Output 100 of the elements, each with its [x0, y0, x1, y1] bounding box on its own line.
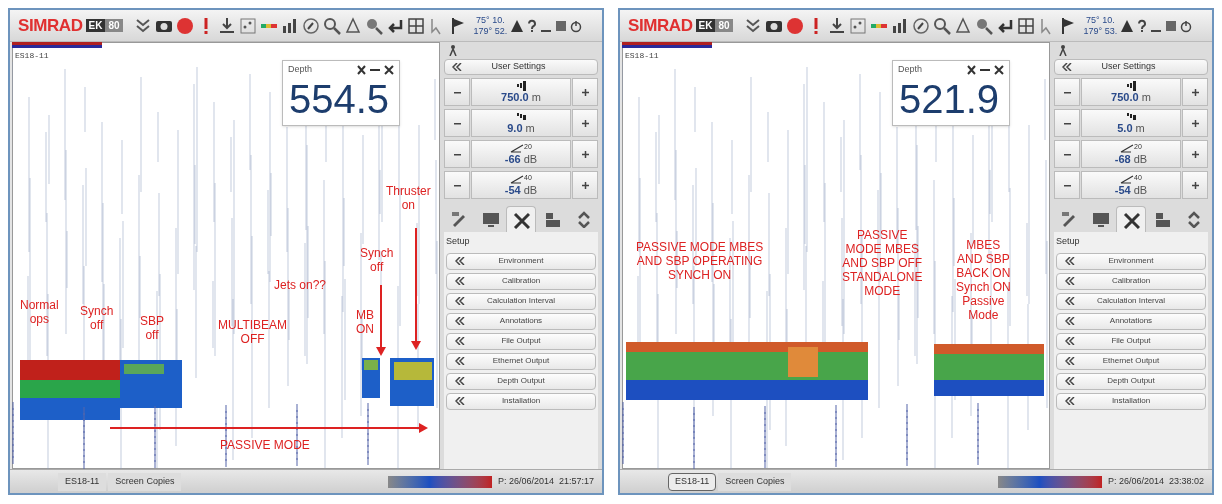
grid-icon[interactable]: [406, 16, 425, 35]
double-chevron-icon[interactable]: [455, 257, 465, 265]
warning-icon[interactable]: [510, 18, 525, 33]
annotation-text: MULTIBEAM OFF: [218, 318, 288, 346]
annotation-text: PASSIVE MODE: [220, 438, 310, 452]
setup-menu-item[interactable]: Environment: [1056, 252, 1206, 270]
setup-menu-item[interactable]: Installation: [1056, 392, 1206, 410]
double-chevron-icon[interactable]: [1065, 257, 1075, 265]
double-chevron-icon[interactable]: [452, 63, 462, 71]
user-settings-button[interactable]: User Settings: [1054, 59, 1208, 75]
maximize-icon[interactable]: [555, 18, 568, 33]
plus-icon: [1191, 119, 1199, 127]
setup-menu-item[interactable]: Calculation Interval: [446, 292, 596, 310]
tools-icon: [1122, 210, 1140, 229]
position-readout: 179° 53.: [1083, 25, 1118, 37]
zoom-icon[interactable]: [974, 16, 993, 35]
panel-tab[interactable]: [506, 206, 536, 232]
setting-value: 750.0 m: [1111, 90, 1151, 104]
record-icon[interactable]: [175, 16, 194, 35]
bottom-tab[interactable]: Screen Copies: [718, 472, 792, 491]
start-bars-icon[interactable]: [515, 111, 527, 122]
setup-menu-item[interactable]: Calculation Interval: [1056, 292, 1206, 310]
monitor-icon: [481, 210, 499, 228]
plus-icon: [1191, 88, 1199, 96]
user-settings-button[interactable]: User Settings: [444, 59, 598, 75]
depth-panel-controls-icon[interactable]: [966, 64, 1006, 76]
double-chevron-icon[interactable]: [455, 277, 465, 285]
annotation-text: Thruster on: [386, 184, 431, 212]
setup-menu-item[interactable]: Calibration: [446, 272, 596, 290]
help-icon[interactable]: [527, 18, 538, 33]
compass-icon[interactable]: [911, 16, 930, 35]
setup-menu-item[interactable]: Installation: [446, 392, 596, 410]
setup-menu-item[interactable]: File Output: [1056, 332, 1206, 350]
setup-menu-item[interactable]: Annotations: [446, 312, 596, 330]
double-chevron-icon[interactable]: [455, 377, 465, 385]
magnifier-icon[interactable]: [322, 16, 341, 35]
person-icon[interactable]: [448, 44, 458, 56]
setup-menu-item[interactable]: Depth Output: [1056, 372, 1206, 390]
start-bars-icon[interactable]: [1125, 111, 1137, 122]
section-heading: Setup: [1056, 235, 1081, 248]
tools-icon: [512, 210, 530, 229]
seabed-echo-drawing: [390, 358, 434, 406]
plus-icon: [581, 88, 589, 96]
grid-icon[interactable]: [1016, 16, 1035, 35]
double-chevron-icon[interactable]: [455, 357, 465, 365]
zoom-icon[interactable]: [364, 16, 383, 35]
slope-icon[interactable]: [1120, 173, 1135, 184]
depth-panel-controls-icon[interactable]: [356, 64, 396, 76]
slope-icon[interactable]: [510, 142, 525, 153]
annotation-text: Synch off: [360, 246, 394, 274]
range-bars-icon[interactable]: [515, 80, 527, 91]
slope-icon[interactable]: [1120, 142, 1135, 153]
power-icon[interactable]: [1180, 18, 1193, 33]
layers-icon: [543, 210, 561, 228]
setup-menu-item[interactable]: Calibration: [1056, 272, 1206, 290]
position-readout: 75° 10.: [1086, 14, 1115, 26]
double-chevron-icon[interactable]: [1065, 377, 1075, 385]
double-chevron-icon[interactable]: [1065, 397, 1075, 405]
double-chevron-icon[interactable]: [1065, 297, 1075, 305]
setup-menu-item[interactable]: Ethernet Output: [1056, 352, 1206, 370]
double-chevron-icon[interactable]: [1065, 317, 1075, 325]
double-chevron-icon[interactable]: [455, 297, 465, 305]
setup-menu-item[interactable]: File Output: [446, 332, 596, 350]
setup-menu-item[interactable]: Environment: [446, 252, 596, 270]
help-icon[interactable]: [1137, 18, 1148, 33]
record-icon[interactable]: [785, 16, 804, 35]
warning-icon[interactable]: [1120, 18, 1135, 33]
magnifier-icon[interactable]: [932, 16, 951, 35]
bottom-tab[interactable]: Screen Copies: [108, 472, 182, 491]
setup-menu-item[interactable]: Ethernet Output: [446, 352, 596, 370]
double-chevron-icon[interactable]: [1065, 337, 1075, 345]
setting-value: -66 dB: [504, 152, 538, 166]
double-chevron-icon[interactable]: [1065, 357, 1075, 365]
setting-value: 750.0 m: [501, 90, 541, 104]
slope-icon[interactable]: [510, 173, 525, 184]
setting-value: -54 dB: [1114, 183, 1148, 197]
bottom-tab[interactable]: ES18-11: [668, 472, 717, 491]
setup-menu-item[interactable]: Depth Output: [446, 372, 596, 390]
person-icon[interactable]: [1058, 44, 1068, 56]
compass-icon[interactable]: [301, 16, 320, 35]
power-icon[interactable]: [570, 18, 583, 33]
double-chevron-icon[interactable]: [455, 317, 465, 325]
bar-chart-icon[interactable]: [280, 16, 299, 35]
layers-icon: [1153, 210, 1171, 228]
setup-menu-item[interactable]: Annotations: [1056, 312, 1206, 330]
range-bars-icon[interactable]: [1125, 80, 1137, 91]
double-chevron-icon[interactable]: [455, 397, 465, 405]
plus-icon: [581, 119, 589, 127]
annotation-arrow: [376, 285, 386, 356]
bar-chart-icon[interactable]: [890, 16, 909, 35]
double-chevron-icon[interactable]: [455, 337, 465, 345]
double-chevron-icon[interactable]: [1062, 63, 1072, 71]
double-chevron-icon[interactable]: [1065, 277, 1075, 285]
brand-logo: SIMRAD: [628, 14, 693, 37]
setting-value: 5.0 m: [1117, 121, 1145, 135]
status-text: P: 26/06/2014 21:57:17: [497, 474, 594, 488]
section-heading: Setup: [446, 235, 471, 248]
bottom-tab[interactable]: ES18-11: [58, 472, 107, 491]
maximize-icon[interactable]: [1165, 18, 1178, 33]
panel-tab[interactable]: [1116, 206, 1146, 232]
